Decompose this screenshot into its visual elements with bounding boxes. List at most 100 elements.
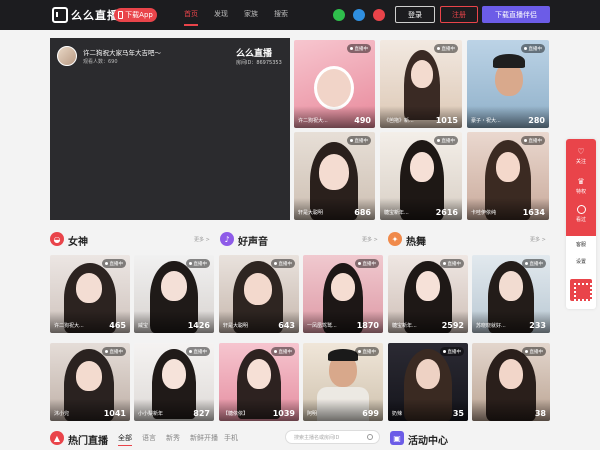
stream-card[interactable]: 直播中 许二狗祝大... 465 [50,255,130,333]
stream-card[interactable]: 直播中 【糖依依】 1039 [219,343,299,421]
more-link-hot-dance[interactable]: 更多 > [530,236,546,243]
stream-card[interactable]: 直播中 许二狗祝大... 490 [294,40,375,128]
viewer-count: 1041 [103,409,126,418]
viewer-count: 1870 [356,321,379,330]
live-badge: 直播中 [354,347,379,356]
nav-search[interactable]: 搜索 [266,0,296,30]
stream-card[interactable]: 直播中 奶辣 35 [388,343,468,421]
viewer-count: 1426 [187,321,210,330]
streamer-name: 阿明 [307,411,318,417]
tab-newcomer[interactable]: 新秀 [166,433,180,443]
stream-card[interactable]: 直播中 沐小兜 1041 [50,343,130,421]
streamer-name: 苏晓晓就好... [476,323,506,329]
viewer-count: 827 [193,409,210,418]
stream-card[interactable]: 直播中 小小梨新年 827 [134,343,214,421]
top-navigation-bar: 么么直播 下载App 首页 发现 家族 搜索 登录 注册 下载直播伴侣 [0,0,600,30]
settings-button[interactable]: 设置 [566,258,596,265]
download-app-label: 下载App [125,11,153,19]
viewer-count: 观看人数：690 [83,59,118,65]
wechat-icon[interactable] [333,9,345,21]
phone-icon [118,11,124,19]
heart-icon: ♡ [577,147,585,156]
streamer-name: 许二狗祝大... [54,323,84,329]
streamer-name: 糖宝新年... [384,210,409,216]
stream-card[interactable]: 直播中 一凤凰驾鹫... 1870 [303,255,383,333]
stream-card[interactable]: 直播中 轩是大聪明 643 [219,255,299,333]
stream-card[interactable]: 直播中 轩是大聪明 686 [294,132,375,220]
goddess-lips-icon: ◒ [50,232,64,246]
site-logo[interactable]: 么么直播 [52,7,119,23]
stream-card[interactable]: 直播中 糖宝新年... 2616 [380,132,462,220]
stream-card[interactable]: 直播中 糖宝新年... 2592 [388,255,468,333]
live-badge: 直播中 [354,259,379,268]
viewer-count: 35 [452,409,464,418]
download-app-button[interactable]: 下载App [114,8,157,22]
watched-label: 看过 [575,217,586,223]
tab-mobile[interactable]: 手机 [224,433,238,443]
viewer-count: 490 [354,116,371,125]
privilege-button[interactable]: ♛ 特权 [566,177,596,195]
tab-language[interactable]: 语言 [142,433,156,443]
live-badge: 直播中 [521,347,546,356]
tab-fresh-live[interactable]: 新鲜开播 [190,433,218,443]
streamer-name: 一凤凰驾鹫... [307,323,337,329]
stream-card[interactable]: 直播中 苏晓晓就好... 233 [472,255,550,333]
room-id: 房间ID：86975353 [236,60,282,66]
viewer-count: 38 [534,409,546,418]
logo-mark-icon [52,7,68,23]
nav-discover[interactable]: 发现 [206,0,236,30]
follow-button[interactable]: ♡ 关注 [566,147,596,165]
gift-icon: ▣ [390,431,404,445]
player-watermark: 么么直播 [236,49,273,59]
streamer-name: 沐小兜 [54,411,70,417]
more-link-goddess[interactable]: 更多 > [194,236,210,243]
logo-text: 么么直播 [71,9,119,22]
viewer-count: 2616 [435,208,458,217]
live-badge: 直播中 [520,136,545,145]
qq-icon[interactable] [353,9,365,21]
customer-service-button[interactable]: 客服 [566,241,596,248]
streamer-avatar[interactable] [57,46,77,66]
streamer-name: 小小梨新年 [138,411,164,417]
follow-label: 关注 [575,159,586,165]
qr-code-icon[interactable] [570,279,592,301]
streamer-name: 卡哇伊依纯 [471,210,497,216]
live-badge: 直播中 [439,347,464,356]
watched-button[interactable]: 看过 [566,205,596,223]
search-icon[interactable] [367,434,373,440]
stream-card[interactable]: 直播中 《芭拖》新... 1015 [380,40,462,128]
viewer-count: 280 [528,116,545,125]
viewer-count: 233 [529,321,546,330]
nav-home[interactable]: 首页 [176,0,206,30]
stream-card[interactable]: 直播中 威宝 1426 [134,255,214,333]
stream-card[interactable]: 直播中 38 [472,343,550,421]
stream-card[interactable]: 直播中 阿明 699 [303,343,383,421]
stream-card[interactable]: 直播中 豪子・祝大... 280 [467,40,549,128]
viewer-count: 1039 [272,409,295,418]
microphone-icon: ♪ [220,232,234,246]
section-title-goddess: 女神 [68,237,88,248]
download-companion-button[interactable]: 下载直播伴侣 [482,6,550,23]
fire-icon: ▲ [50,431,64,445]
more-link-good-voice[interactable]: 更多 > [362,236,378,243]
tab-all[interactable]: 全部 [118,433,132,446]
streamer-name: 【糖依依】 [223,411,249,417]
featured-video-player[interactable]: 许二狗祝大家马年大吉吧～ 观看人数：690 么么直播 房间ID：86975353 [50,38,290,220]
viewer-count: 686 [354,208,371,217]
live-badge: 直播中 [433,44,458,53]
live-badge: 直播中 [346,44,371,53]
streamer-search-input[interactable]: 搜索主播名或房间ID [285,430,380,444]
viewer-count: 1015 [435,116,458,125]
register-button[interactable]: 注册 [440,6,478,23]
live-badge: 直播中 [521,259,546,268]
streamer-name: 糖宝新年... [392,323,417,329]
streamer-name: 《芭拖》新... [384,118,414,124]
stream-card[interactable]: 直播中 卡哇伊依纯 1634 [467,132,549,220]
login-button[interactable]: 登录 [395,6,435,23]
streamer-name: 许二狗祝大... [298,118,328,124]
nav-family[interactable]: 家族 [236,0,266,30]
viewer-count: 2592 [441,321,464,330]
live-badge: 直播中 [520,44,545,53]
dance-icon: ✦ [388,232,402,246]
weibo-icon[interactable] [373,9,385,21]
